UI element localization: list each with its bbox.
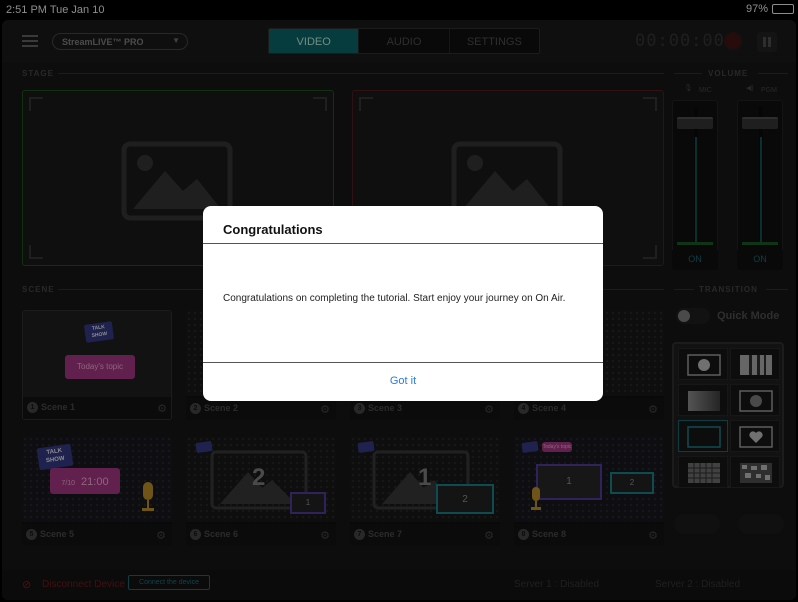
got-it-button[interactable]: Got it bbox=[203, 363, 603, 401]
dialog-divider-top bbox=[203, 243, 603, 244]
congratulations-dialog: Congratulations Congratulations on compl… bbox=[203, 206, 603, 401]
dialog-message: Congratulations on completing the tutori… bbox=[223, 293, 566, 304]
dialog-title: Congratulations bbox=[223, 222, 323, 237]
